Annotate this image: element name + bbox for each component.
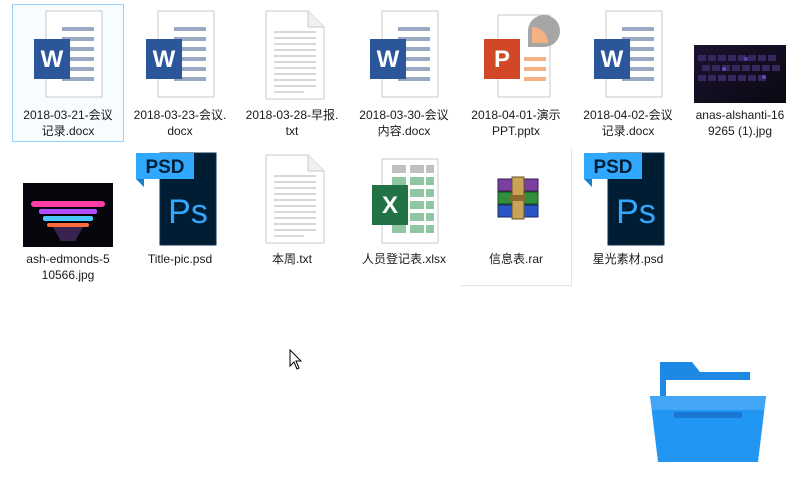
word-document-icon: W: [18, 7, 118, 105]
text-file-icon: [242, 7, 342, 105]
mouse-pointer-icon: [289, 348, 303, 371]
excel-letter: X: [382, 192, 398, 219]
powerpoint-icon: P: [466, 7, 566, 105]
neon-photo-thumbnail: [23, 183, 113, 247]
keyboard-photo-thumbnail: [694, 45, 786, 103]
word-letter: W: [377, 46, 400, 73]
word-document-icon: W: [354, 7, 454, 105]
photoshop-letters: Ps: [168, 193, 208, 231]
file-item-txt-2[interactable]: 本周.txt: [236, 148, 348, 286]
word-letter: W: [41, 46, 64, 73]
file-item-psd-2[interactable]: PSD Ps 星光素材.psd: [572, 148, 684, 286]
psd-badge-label: PSD: [145, 157, 184, 178]
file-name: 2018-03-28-早报. txt: [245, 108, 339, 138]
file-name: 信息表.rar: [488, 252, 543, 266]
file-name: 2018-04-01-演示 PPT.pptx: [471, 108, 561, 138]
file-name: ash-edmonds-5 10566.jpg: [26, 252, 110, 282]
file-item-word-2[interactable]: W 2018-03-23-会议. docx: [124, 4, 236, 142]
file-name: 人员登记表.xlsx: [361, 252, 446, 266]
file-item-jpg-1[interactable]: anas-alshanti-16 9265 (1).jpg: [684, 4, 796, 142]
word-document-icon: W: [578, 7, 678, 105]
file-name: 本周.txt: [271, 252, 312, 266]
word-letter: W: [601, 46, 624, 73]
file-name: 2018-03-21-会议 记录.docx: [23, 108, 113, 138]
file-item-rar[interactable]: 信息表.rar: [460, 148, 572, 286]
file-item-psd-1[interactable]: PSD Ps Title-pic.psd: [124, 148, 236, 286]
file-item-pptx[interactable]: P 2018-04-01-演示 PPT.pptx: [460, 4, 572, 142]
file-item-word-4[interactable]: W 2018-04-02-会议 记录.docx: [572, 4, 684, 142]
file-explorer-view: W 2018-03-21-会议 记录.docx W 2018-03-23-会议.…: [0, 0, 800, 480]
folder-icon: [646, 352, 770, 464]
file-name: Title-pic.psd: [147, 252, 213, 266]
file-item-txt-1[interactable]: 2018-03-28-早报. txt: [236, 4, 348, 142]
file-name: 2018-04-02-会议 记录.docx: [583, 108, 673, 138]
photoshop-file-icon: PSD Ps: [578, 149, 678, 247]
file-item-xlsx[interactable]: X 人员登记表.xlsx: [348, 148, 460, 286]
file-item-word-1[interactable]: W 2018-03-21-会议 记录.docx: [12, 4, 124, 142]
winrar-archive-icon: [466, 151, 566, 249]
file-name: anas-alshanti-16 9265 (1).jpg: [695, 108, 785, 138]
photoshop-file-icon: PSD Ps: [130, 149, 230, 247]
file-name: 星光素材.psd: [592, 252, 664, 266]
file-item-word-3[interactable]: W 2018-03-30-会议 内容.docx: [348, 4, 460, 142]
photoshop-letters: Ps: [616, 193, 656, 231]
text-file-icon: [242, 151, 342, 249]
psd-badge-label: PSD: [593, 157, 632, 178]
word-document-icon: W: [130, 7, 230, 105]
powerpoint-letter: P: [494, 46, 510, 73]
word-letter: W: [153, 46, 176, 73]
file-name: 2018-03-23-会议. docx: [133, 108, 227, 138]
excel-icon: X: [354, 151, 454, 249]
file-item-jpg-2[interactable]: ash-edmonds-5 10566.jpg: [12, 148, 124, 286]
file-name: 2018-03-30-会议 内容.docx: [359, 108, 449, 138]
